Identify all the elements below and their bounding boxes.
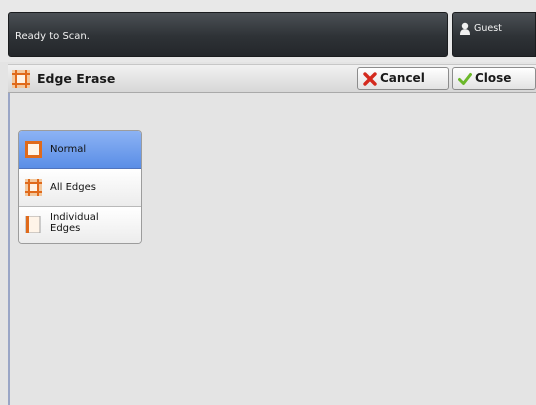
option-normal[interactable]: Normal [19, 131, 141, 169]
option-all-edges[interactable]: All Edges [19, 169, 141, 207]
page-title: Edge Erase [37, 71, 116, 86]
normal-frame-icon [25, 141, 42, 158]
option-label: Normal [50, 144, 87, 155]
status-message: Ready to Scan. [15, 31, 90, 42]
cancel-label: Cancel [380, 71, 425, 85]
edge-erase-options: Normal All Edges Individual Edges [18, 130, 142, 244]
all-edges-icon [25, 179, 42, 196]
option-label-line1: Individual [50, 212, 99, 223]
close-label: Close [475, 71, 512, 85]
individual-edges-icon [25, 216, 41, 233]
check-icon [458, 73, 472, 85]
user-name: Guest [474, 23, 502, 34]
user-icon [460, 22, 470, 35]
status-bar: Ready to Scan. Guest [0, 0, 536, 62]
status-panel: Ready to Scan. [8, 12, 448, 57]
option-label: Individual Edges [50, 212, 130, 234]
close-button[interactable]: Close [452, 67, 536, 90]
cancel-button[interactable]: Cancel [357, 67, 449, 90]
option-individual-edges[interactable]: Individual Edges [19, 207, 141, 243]
option-label-line2: Edges [50, 223, 81, 234]
cancel-x-icon [363, 72, 377, 86]
option-label: All Edges [50, 182, 96, 193]
title-bar: Edge Erase Cancel Close [8, 64, 536, 93]
edge-erase-icon [12, 70, 30, 88]
user-button[interactable]: Guest [452, 12, 536, 57]
